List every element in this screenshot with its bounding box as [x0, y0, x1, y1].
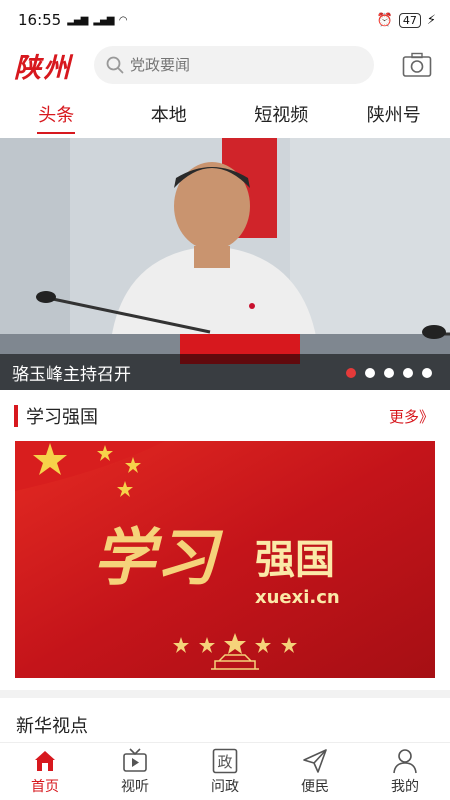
header: 陕州	[0, 40, 450, 90]
nav-mine[interactable]: 我的	[360, 743, 450, 800]
bottom-nav: 首页 视听 政 问政 便民 我的	[0, 742, 450, 800]
nav-convenience[interactable]: 便民	[270, 743, 360, 800]
nav-audiovisual[interactable]: 视听	[90, 743, 180, 800]
signal-icon: ▂▄▆	[67, 14, 88, 26]
wifi-icon: ◠	[119, 14, 127, 26]
next-section-title: 新华视点	[16, 716, 88, 737]
app-logo: 陕州	[14, 52, 72, 84]
carousel-dot[interactable]	[365, 368, 375, 378]
section-accent-bar	[14, 405, 18, 427]
nav-inquiry-label: 问政	[211, 778, 239, 795]
carousel-dot[interactable]	[422, 368, 432, 378]
nav-convenience-label: 便民	[301, 778, 329, 795]
status-time: 16:55	[18, 11, 62, 29]
tv-icon	[123, 747, 147, 772]
signal-icon-2: ▂▄▆	[93, 14, 114, 26]
section-title: 学习强国	[26, 407, 98, 428]
tab-local[interactable]: 本地	[113, 90, 226, 138]
section-header: 学习强国 更多》	[0, 402, 450, 430]
section-divider	[0, 690, 450, 698]
zheng-icon: 政	[212, 748, 238, 773]
carousel-dot[interactable]	[384, 368, 394, 378]
tab-short-video[interactable]: 短视频	[225, 90, 338, 138]
search-input[interactable]	[130, 56, 350, 74]
nav-home[interactable]: 首页	[0, 743, 90, 800]
status-bar: 16:55 ▂▄▆ ▂▄▆ ◠ ⏰ 47 ⚡	[0, 0, 450, 40]
status-right: ⏰ 47 ⚡	[376, 12, 436, 28]
nav-home-label: 首页	[31, 778, 59, 795]
search-icon	[106, 56, 124, 74]
carousel-image	[0, 138, 450, 390]
banner-graphic: 学习 强国 xuexi.cn	[15, 441, 435, 678]
banner-script-text: 学习	[93, 521, 224, 594]
home-icon	[35, 750, 55, 771]
zheng-glyph: 政	[217, 753, 232, 771]
battery-icon: 47	[398, 12, 421, 28]
tab-headlines[interactable]: 头条	[0, 90, 113, 138]
xuexi-banner[interactable]: 学习 强国 xuexi.cn	[15, 441, 435, 678]
search-bar[interactable]	[94, 46, 374, 84]
charging-icon: ⚡	[426, 12, 436, 28]
status-left: 16:55 ▂▄▆ ▂▄▆ ◠	[18, 11, 127, 29]
send-icon	[303, 748, 327, 773]
banner-title: 强国	[255, 537, 335, 583]
nav-mine-label: 我的	[391, 778, 419, 795]
category-tabs: 头条 本地 短视频 陕州号	[0, 90, 450, 138]
alarm-icon: ⏰	[376, 12, 393, 28]
carousel-dot[interactable]	[346, 368, 356, 378]
tab-shanzhou-account[interactable]: 陕州号	[338, 90, 450, 138]
carousel-dots	[346, 368, 432, 378]
carousel-dot[interactable]	[403, 368, 413, 378]
camera-icon[interactable]	[402, 52, 432, 78]
user-icon	[393, 748, 417, 773]
nav-audiovisual-label: 视听	[121, 778, 149, 795]
news-carousel[interactable]: 骆玉峰主持召开	[0, 138, 450, 390]
carousel-caption[interactable]: 骆玉峰主持召开	[12, 360, 131, 385]
more-link[interactable]: 更多》	[389, 406, 434, 427]
banner-url: xuexi.cn	[255, 587, 340, 608]
nav-inquiry[interactable]: 政 问政	[180, 743, 270, 800]
